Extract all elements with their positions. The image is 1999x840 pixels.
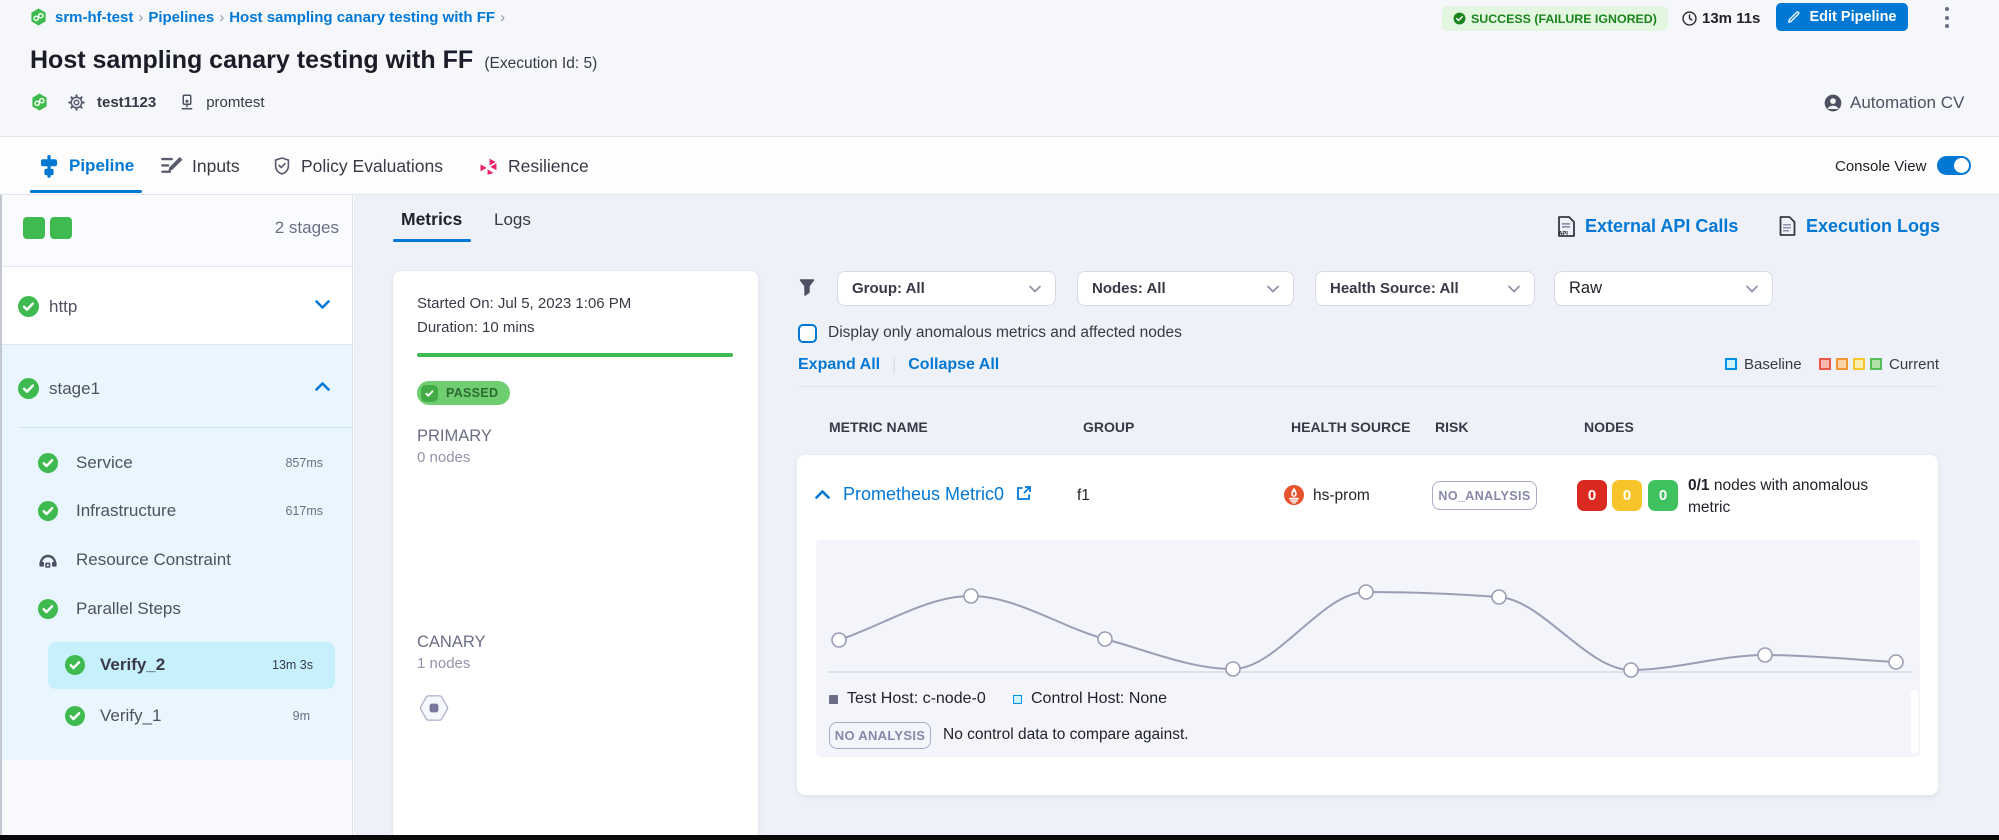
svg-text:API: API: [1558, 231, 1568, 237]
